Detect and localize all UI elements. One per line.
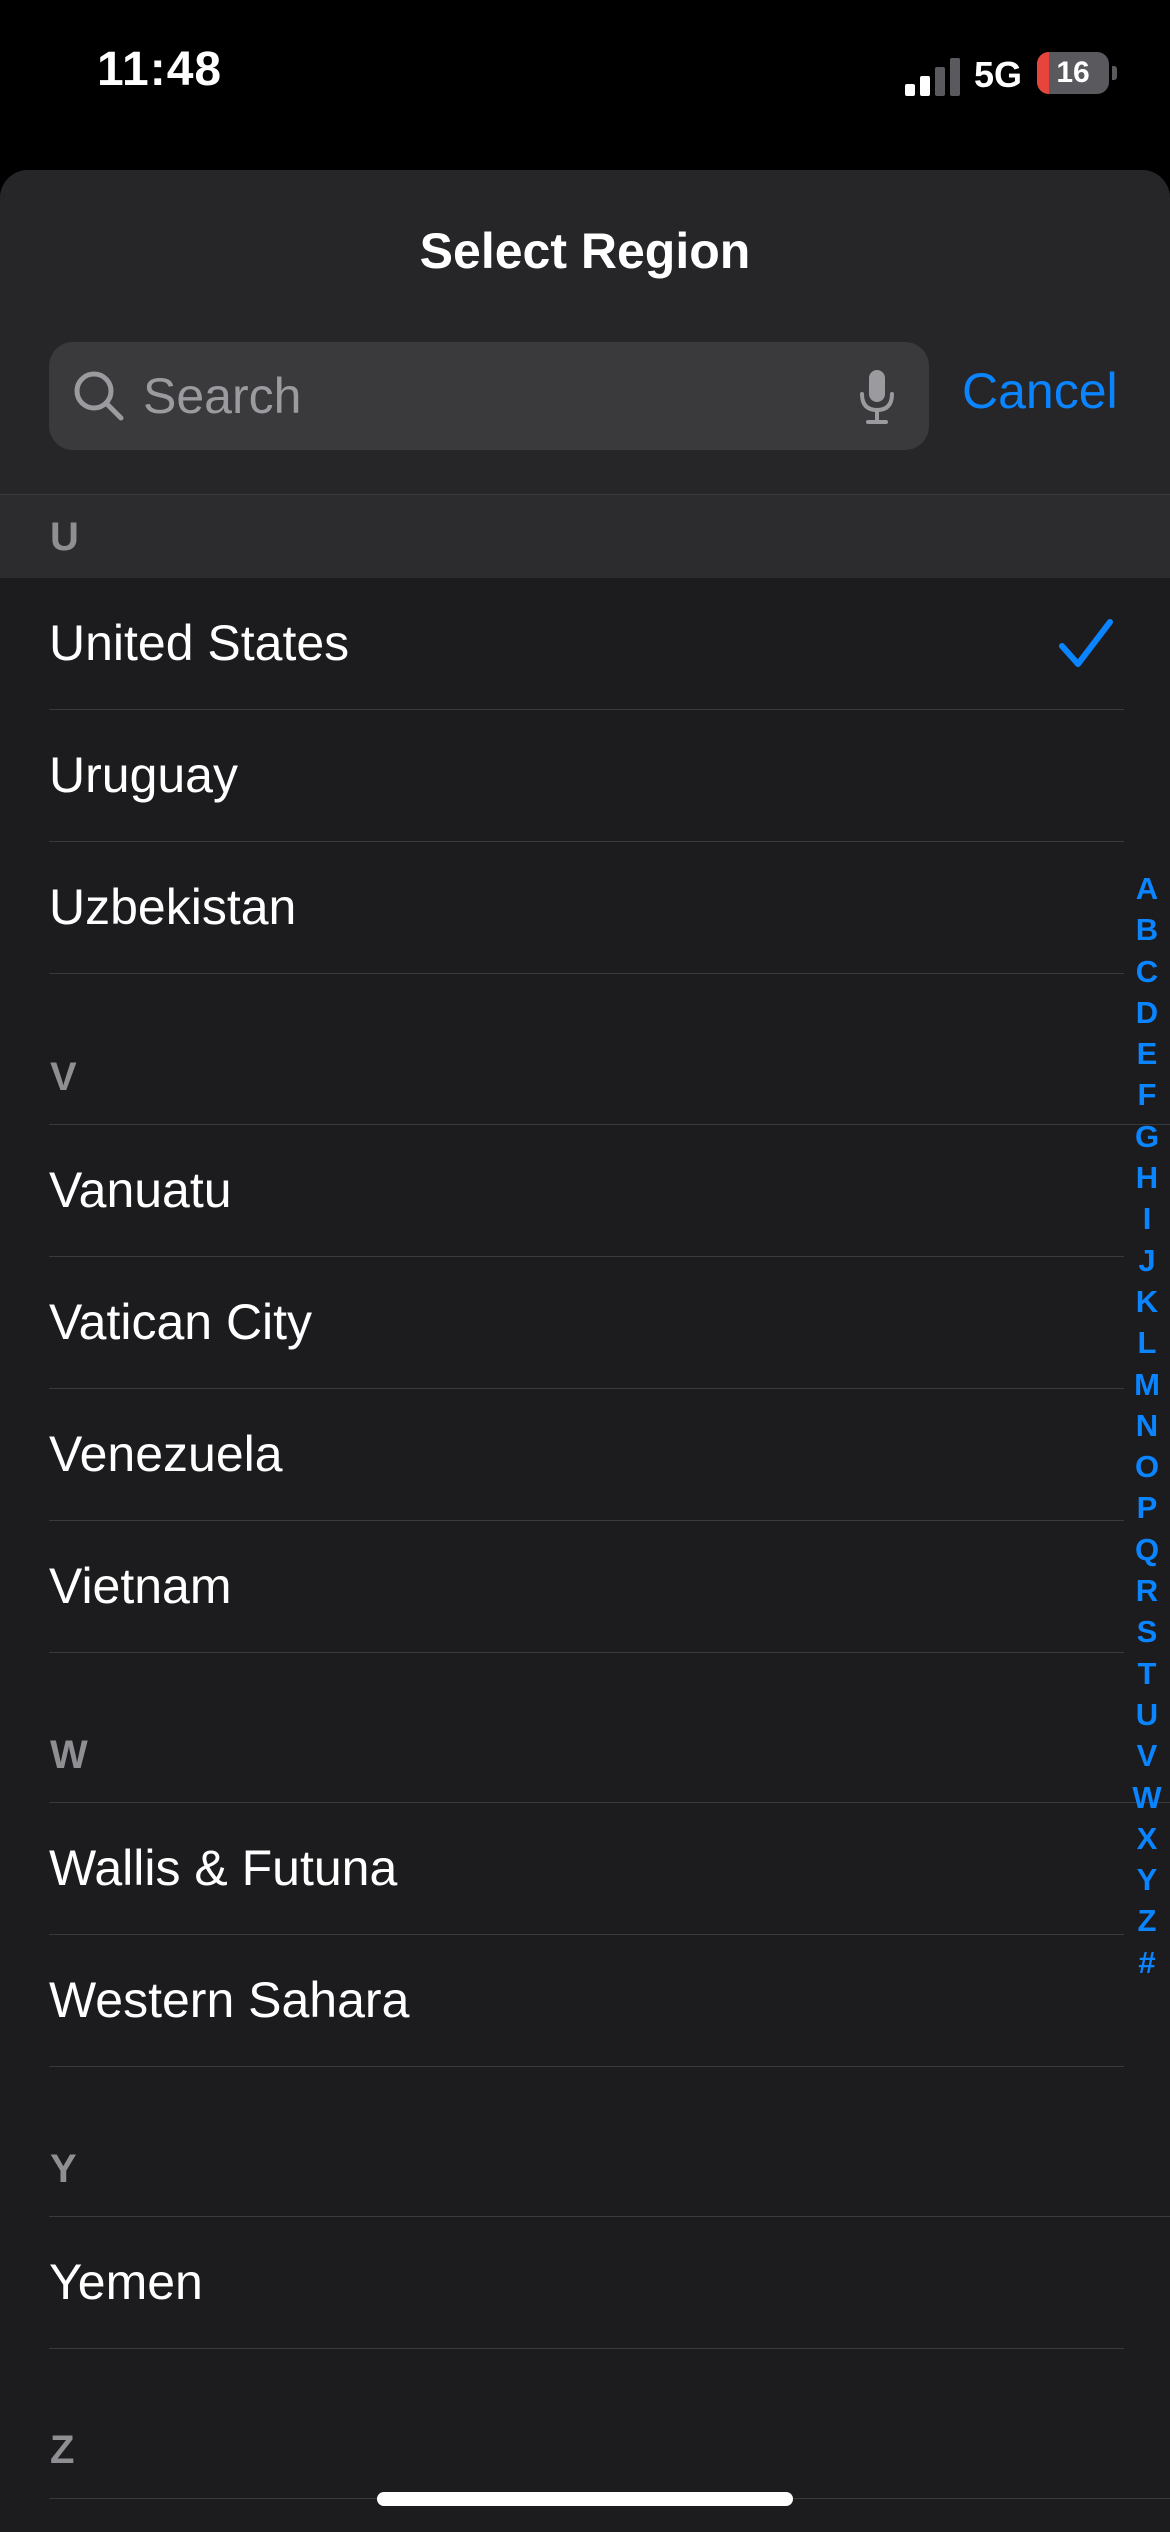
index-letter-h[interactable]: H (1130, 1157, 1164, 1198)
search-field[interactable]: Search (49, 342, 929, 450)
index-letter-x[interactable]: X (1130, 1818, 1164, 1859)
section-header-v: V (50, 1055, 77, 1099)
index-letter-hash[interactable]: # (1130, 1942, 1164, 1983)
status-bar: 11:48 5G 16 (0, 0, 1170, 150)
region-label: Uzbekistan (49, 879, 297, 935)
section-header-w: W (50, 1733, 88, 1777)
index-letter-q[interactable]: Q (1130, 1529, 1164, 1570)
index-letter-j[interactable]: J (1130, 1240, 1164, 1281)
index-letter-w[interactable]: W (1130, 1777, 1164, 1818)
network-type: 5G (974, 54, 1023, 95)
index-letter-s[interactable]: S (1130, 1611, 1164, 1652)
index-letter-k[interactable]: K (1130, 1281, 1164, 1322)
battery-percentage: 16 (1056, 56, 1090, 89)
index-letter-v[interactable]: V (1130, 1735, 1164, 1776)
region-label: Yemen (49, 2254, 203, 2310)
region-row-venezuela[interactable]: Venezuela (0, 1389, 1170, 1521)
index-letter-y[interactable]: Y (1130, 1859, 1164, 1900)
index-letter-p[interactable]: P (1130, 1487, 1164, 1528)
sheet-header: Select Region Search Cancel (0, 170, 1170, 495)
region-label: Vietnam (49, 1558, 232, 1614)
row-divider (49, 1652, 1124, 1653)
index-letter-c[interactable]: C (1130, 951, 1164, 992)
status-time: 11:48 (97, 43, 223, 96)
index-letter-o[interactable]: O (1130, 1446, 1164, 1487)
index-letter-g[interactable]: G (1130, 1116, 1164, 1157)
index-letter-n[interactable]: N (1130, 1405, 1164, 1446)
row-divider (49, 2066, 1124, 2067)
section-header-u: U (0, 495, 1170, 578)
index-letter-t[interactable]: T (1130, 1653, 1164, 1694)
region-row-uzbekistan[interactable]: Uzbekistan (0, 842, 1170, 974)
region-label: Uruguay (49, 747, 238, 803)
region-row-wallis-futuna[interactable]: Wallis & Futuna (0, 1803, 1170, 1935)
region-label: Western Sahara (49, 1972, 410, 2028)
region-row-vatican-city[interactable]: Vatican City (0, 1257, 1170, 1389)
region-row-yemen[interactable]: Yemen (0, 2217, 1170, 2349)
region-row-western-sahara[interactable]: Western Sahara (0, 1935, 1170, 2067)
microphone-icon[interactable] (857, 368, 897, 426)
index-letter-e[interactable]: E (1130, 1033, 1164, 1074)
search-placeholder[interactable]: Search (143, 342, 301, 450)
search-icon (74, 371, 124, 421)
section-letter: U (50, 515, 79, 559)
region-label: United States (49, 615, 350, 671)
region-row-uruguay[interactable]: Uruguay (0, 710, 1170, 842)
section-header-y: Y (50, 2147, 77, 2191)
row-divider (49, 973, 1124, 974)
section-header-z: Z (50, 2428, 75, 2472)
alphabet-index-bar[interactable]: A B C D E F G H I J K L M N O P Q R S T U V W X Y Z # (1130, 868, 1164, 1983)
region-label: Wallis & Futuna (49, 1840, 398, 1896)
region-row-vietnam[interactable]: Vietnam (0, 1521, 1170, 1653)
index-letter-i[interactable]: I (1130, 1198, 1164, 1239)
sheet-title: Select Region (419, 223, 751, 279)
region-label: Vatican City (49, 1294, 313, 1350)
select-region-sheet: Select Region Search Cancel U United Sta… (0, 170, 1170, 2532)
checkmark-icon (1059, 619, 1113, 667)
index-letter-u[interactable]: U (1130, 1694, 1164, 1735)
index-letter-r[interactable]: R (1130, 1570, 1164, 1611)
index-letter-b[interactable]: B (1130, 909, 1164, 950)
home-indicator[interactable] (377, 2492, 793, 2506)
index-letter-f[interactable]: F (1130, 1074, 1164, 1115)
index-letter-d[interactable]: D (1130, 992, 1164, 1033)
battery-icon: 16 (1037, 52, 1117, 94)
row-divider (49, 2348, 1124, 2349)
index-letter-l[interactable]: L (1130, 1322, 1164, 1363)
region-row-vanuatu[interactable]: Vanuatu (0, 1125, 1170, 1257)
index-letter-m[interactable]: M (1130, 1364, 1164, 1405)
cellular-signal-icon (905, 58, 960, 96)
index-letter-z[interactable]: Z (1130, 1900, 1164, 1941)
region-label: Vanuatu (49, 1162, 232, 1218)
cancel-button[interactable]: Cancel (962, 362, 1118, 420)
region-label: Venezuela (49, 1426, 283, 1482)
region-row-united-states[interactable]: United States (0, 578, 1170, 710)
index-letter-a[interactable]: A (1130, 868, 1164, 909)
